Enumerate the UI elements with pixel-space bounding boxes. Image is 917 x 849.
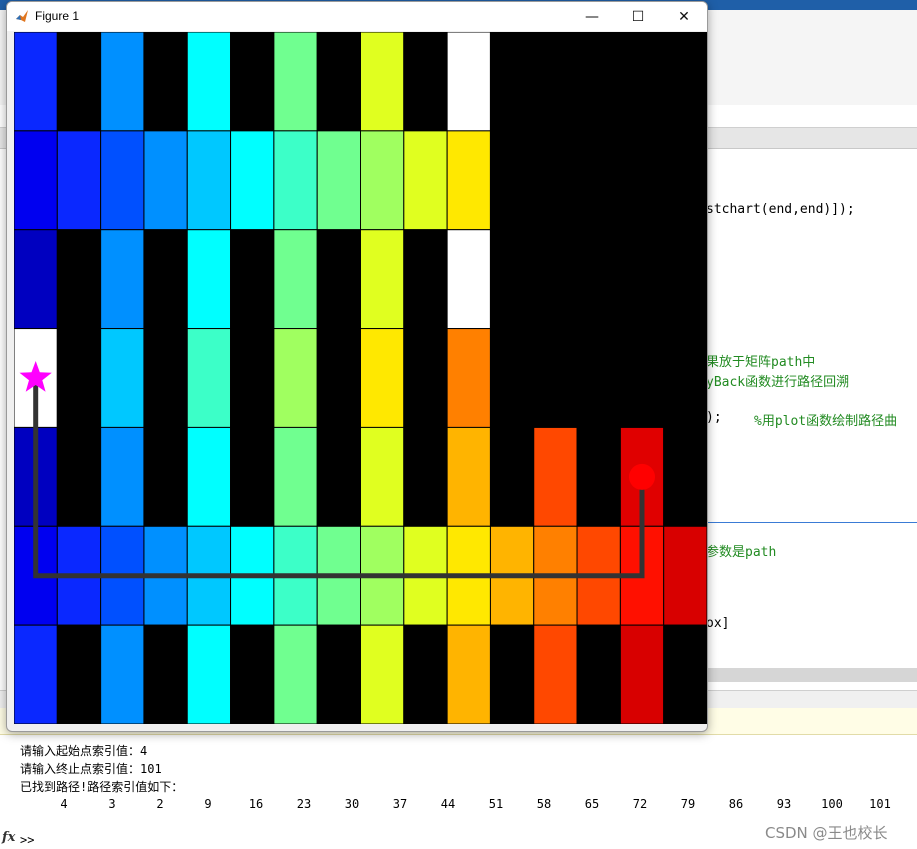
path-index-value: 101 bbox=[869, 797, 891, 811]
code-comment: 参数是path bbox=[706, 545, 777, 560]
path-line bbox=[33, 378, 645, 579]
path-index-value: 86 bbox=[728, 797, 744, 811]
path-overlay bbox=[19, 361, 655, 579]
path-index-value: 79 bbox=[680, 797, 696, 811]
figure-titlebar[interactable]: Figure 1 — ☐ ✕ bbox=[7, 2, 707, 31]
code-line: ); bbox=[706, 410, 722, 425]
path-index-value: 93 bbox=[776, 797, 792, 811]
figure-title: Figure 1 bbox=[35, 9, 80, 23]
path-index-value: 72 bbox=[632, 797, 648, 811]
matlab-logo-icon bbox=[16, 10, 28, 22]
code-comment: 果放于矩阵path中 bbox=[706, 355, 816, 370]
path-index-value: 37 bbox=[392, 797, 408, 811]
minimize-button[interactable]: — bbox=[569, 2, 615, 31]
path-index-value: 2 bbox=[156, 797, 164, 811]
command-output-line: 请输入起始点索引值：4 bbox=[20, 744, 148, 758]
code-line: stchart(end,end)]); bbox=[706, 202, 855, 217]
path-index-value: 58 bbox=[536, 797, 552, 811]
path-index-value: 16 bbox=[248, 797, 264, 811]
path-index-value: 51 bbox=[488, 797, 504, 811]
command-prompt[interactable]: >> bbox=[20, 833, 34, 847]
path-index-value: 3 bbox=[108, 797, 116, 811]
path-index-value: 65 bbox=[584, 797, 600, 811]
end-point-marker bbox=[629, 463, 655, 490]
command-output-line: 请输入终止点索引值：101 bbox=[20, 762, 162, 776]
path-index-value: 23 bbox=[296, 797, 312, 811]
maximize-button[interactable]: ☐ bbox=[615, 2, 661, 31]
code-comment: yBack函数进行路径回溯 bbox=[706, 375, 850, 390]
command-output-line: 已找到路径!路径索引值如下： bbox=[20, 780, 184, 794]
plot-axes[interactable] bbox=[14, 32, 707, 724]
path-index-value: 4 bbox=[60, 797, 68, 811]
fx-icon[interactable]: fx bbox=[2, 830, 15, 845]
code-comment: %用plot函数绘制路径曲 bbox=[754, 414, 898, 429]
code-line: ox] bbox=[706, 616, 730, 631]
horizontal-scrollbar[interactable] bbox=[706, 668, 917, 682]
close-button[interactable]: ✕ bbox=[661, 2, 707, 31]
path-index-value: 44 bbox=[440, 797, 456, 811]
figure-window[interactable]: Figure 1 — ☐ ✕ bbox=[6, 1, 708, 732]
path-index-value: 100 bbox=[821, 797, 843, 811]
path-index-value: 9 bbox=[204, 797, 212, 811]
path-index-value: 30 bbox=[344, 797, 360, 811]
watermark: CSDN @王也校长 bbox=[765, 824, 888, 842]
